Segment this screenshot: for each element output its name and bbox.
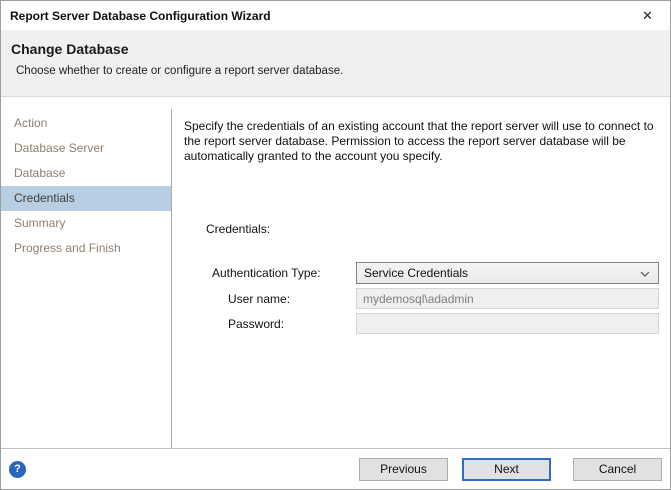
sidebar-item-summary[interactable]: Summary xyxy=(1,211,171,236)
password-field xyxy=(356,313,659,334)
authentication-type-dropdown[interactable]: Service Credentials xyxy=(356,262,659,284)
wizard-step-list: Action Database Server Database Credenti… xyxy=(1,109,172,448)
credentials-pane: Specify the credentials of an existing a… xyxy=(172,109,670,448)
page-title: Change Database xyxy=(11,41,129,57)
footer-buttons: Previous Next Cancel xyxy=(359,457,662,481)
wizard-header: Change Database Choose whether to create… xyxy=(1,30,670,97)
password-label: Password: xyxy=(228,316,285,331)
window-title: Report Server Database Configuration Wiz… xyxy=(10,8,271,23)
previous-button[interactable]: Previous xyxy=(359,457,448,481)
wizard-footer: ? Previous Next Cancel xyxy=(1,448,670,489)
page-subtitle: Choose whether to create or configure a … xyxy=(16,65,344,77)
title-bar: Report Server Database Configuration Wiz… xyxy=(1,1,670,30)
sidebar-item-credentials[interactable]: Credentials xyxy=(1,186,171,211)
pane-description: Specify the credentials of an existing a… xyxy=(184,119,654,163)
chevron-down-icon xyxy=(640,266,650,280)
wizard-body: Action Database Server Database Credenti… xyxy=(1,97,670,448)
sidebar-item-action[interactable]: Action xyxy=(1,111,171,136)
sidebar-item-database-server[interactable]: Database Server xyxy=(1,136,171,161)
help-icon[interactable]: ? xyxy=(9,460,26,478)
wizard-window: Report Server Database Configuration Wiz… xyxy=(0,0,671,490)
credentials-section-label: Credentials: xyxy=(206,222,271,236)
username-field xyxy=(356,288,659,309)
cancel-button[interactable]: Cancel xyxy=(573,457,662,481)
sidebar-item-progress-and-finish[interactable]: Progress and Finish xyxy=(1,236,171,261)
username-label: User name: xyxy=(228,291,291,306)
credentials-form: Authentication Type: Service Credentials… xyxy=(184,262,659,334)
sidebar-item-database[interactable]: Database xyxy=(1,161,171,186)
next-button[interactable]: Next xyxy=(462,457,551,481)
authentication-type-label: Authentication Type: xyxy=(212,266,321,280)
close-icon[interactable]: ✕ xyxy=(625,1,670,30)
authentication-type-value: Service Credentials xyxy=(364,266,469,280)
